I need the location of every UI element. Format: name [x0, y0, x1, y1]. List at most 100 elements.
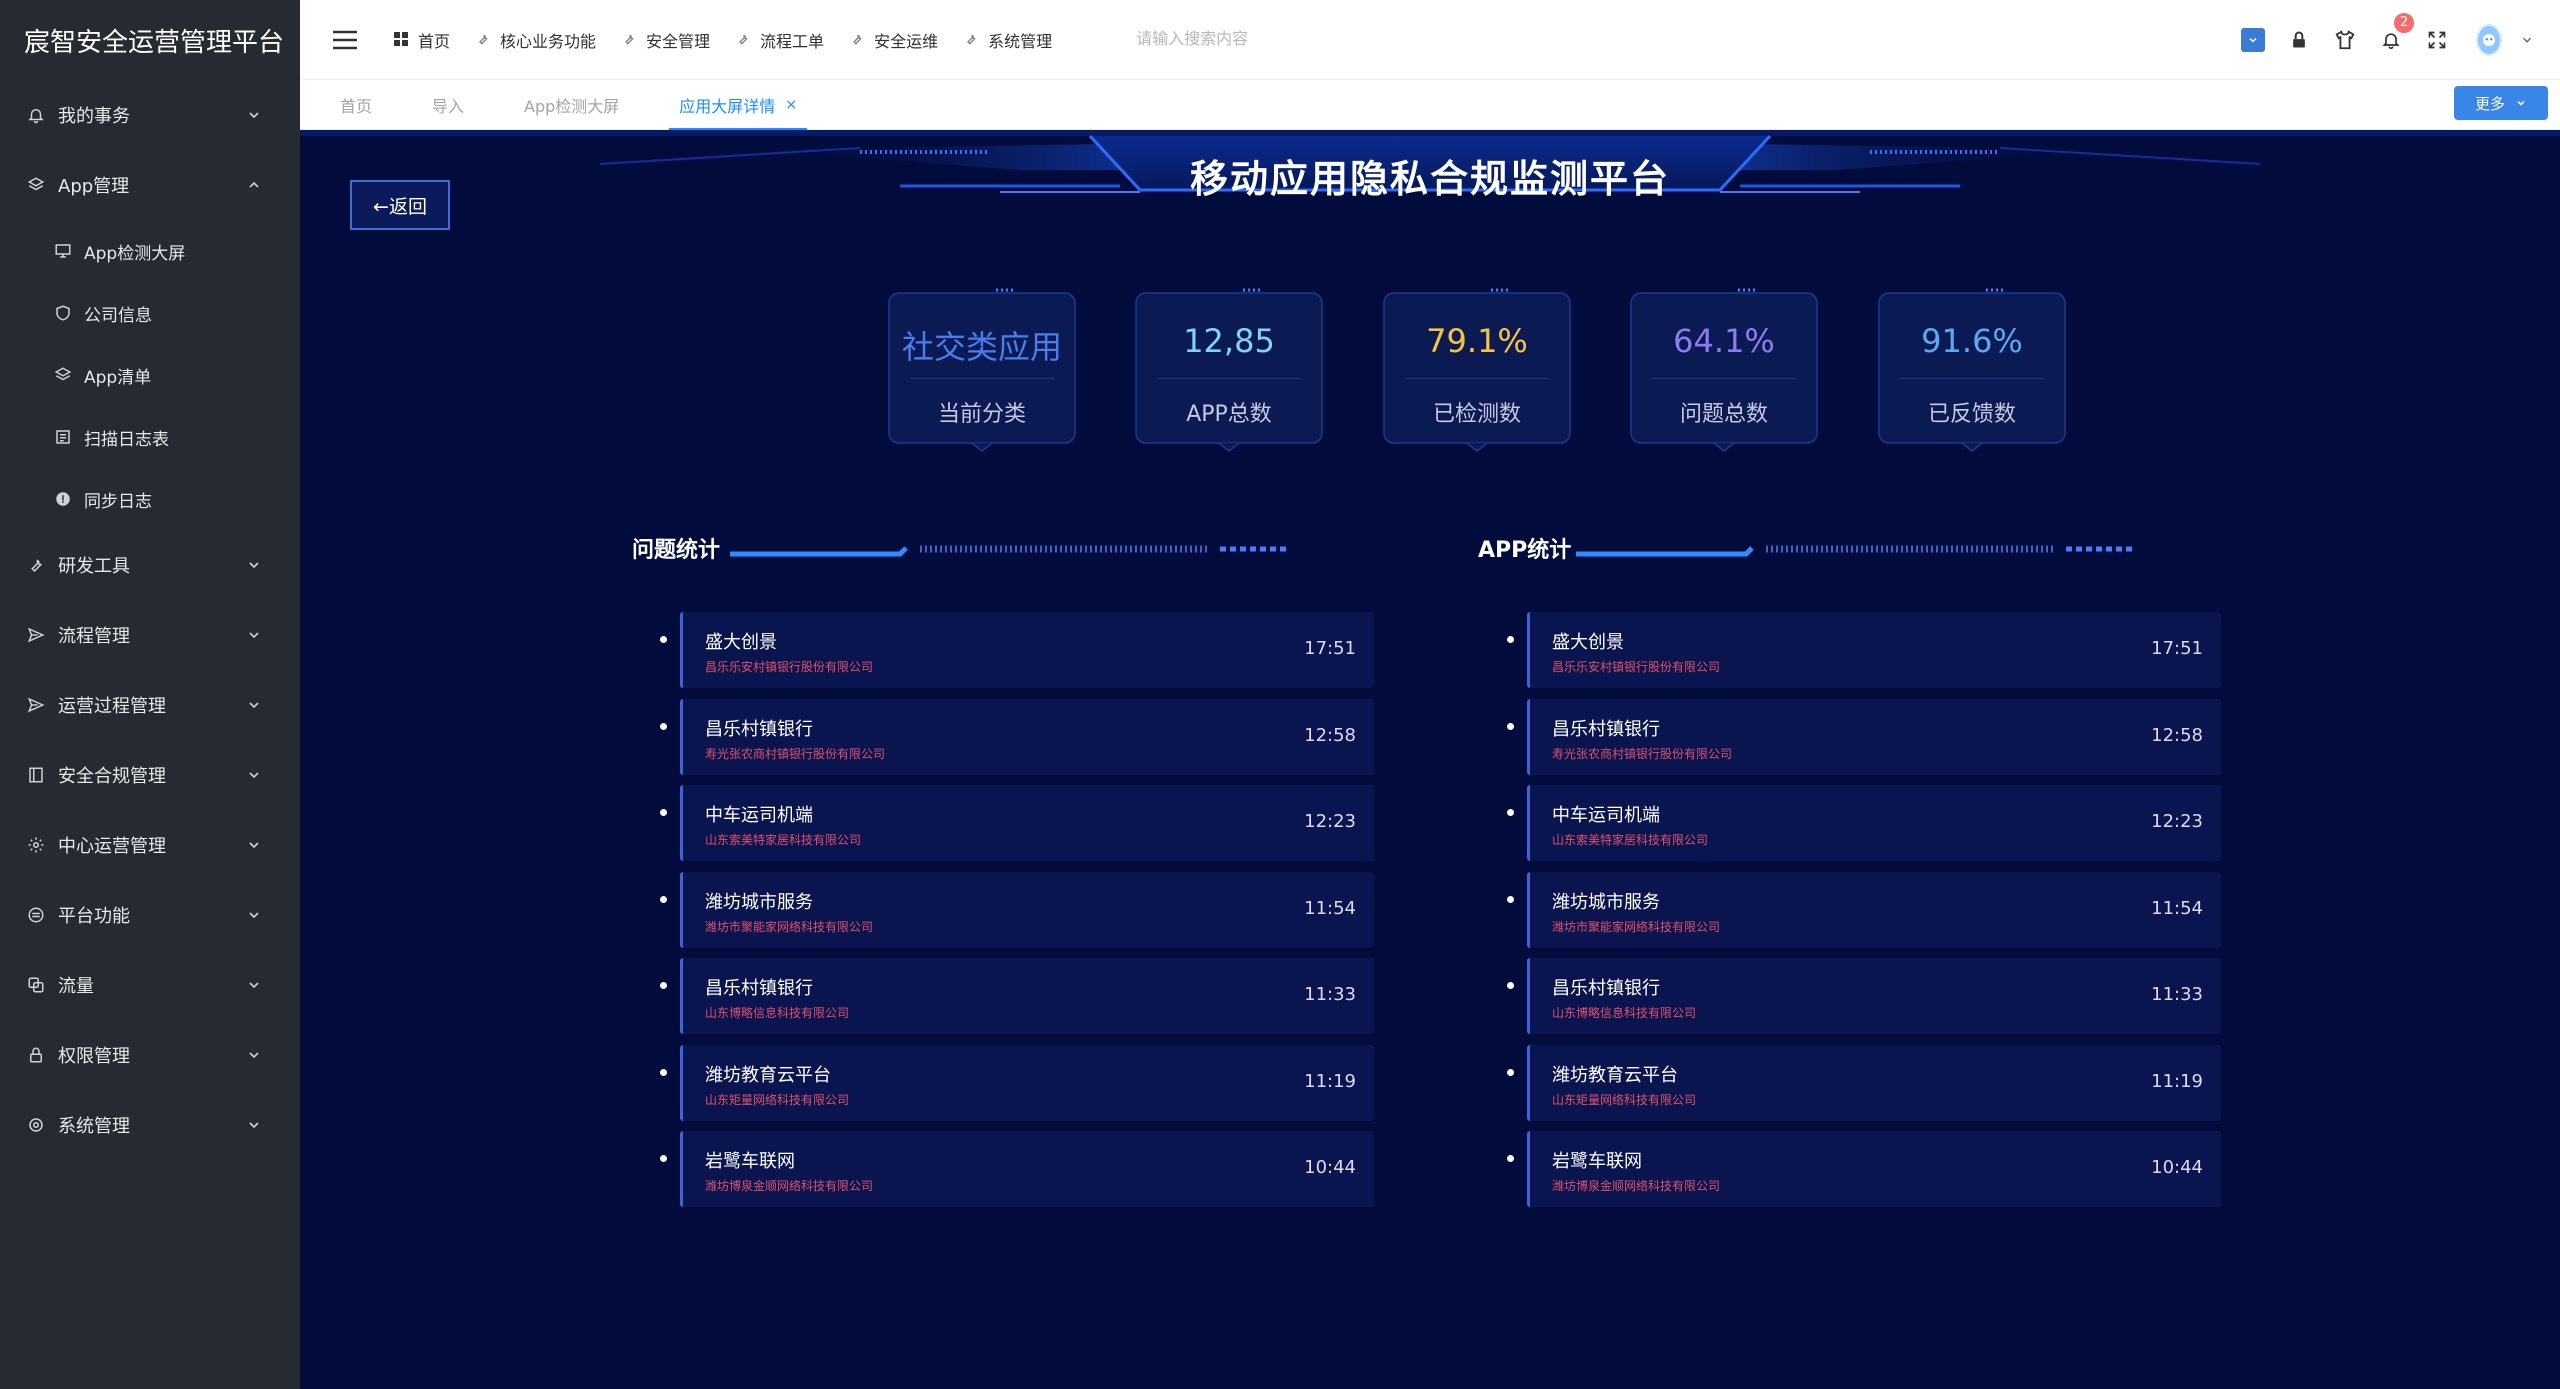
list-item-card: 岩鹭车联网 潍坊博泉金顺网络科技有限公司 10:44: [1527, 1131, 2221, 1207]
tab-app-screen-detail[interactable]: 应用大屏详情 ×: [659, 80, 817, 130]
sidebar-item-permission-management[interactable]: 权限管理: [0, 1020, 300, 1090]
list-item[interactable]: 岩鹭车联网 潍坊博泉金顺网络科技有限公司 10:44: [634, 1131, 1374, 1207]
sidebar-subitem-scan-log[interactable]: 扫描日志表: [0, 406, 300, 468]
avatar[interactable]: [2476, 24, 2502, 56]
list-item[interactable]: 潍坊城市服务 潍坊市聚能家网络科技有限公司 11:54: [634, 871, 1374, 948]
stat-label: 当前分类: [937, 402, 1026, 427]
timestamp: 11:19: [2151, 1070, 2203, 1092]
list-item[interactable]: 昌乐村镇银行 山东博略信息科技有限公司 11:33: [1481, 958, 2221, 1034]
sidebar-subitem-label: App检测大屏: [84, 243, 186, 264]
monitor-icon: [54, 242, 72, 260]
menu-toggle-icon[interactable]: [330, 25, 360, 55]
close-icon[interactable]: ×: [785, 97, 797, 113]
list-item[interactable]: 潍坊教育云平台山东矩量网络科技有限公司 11:19: [1481, 1044, 2221, 1121]
section-title-decoration: [1576, 545, 2136, 557]
bullet-dot: [1507, 636, 1514, 643]
company-name: 昌乐乐安村镇银行股份有限公司: [705, 660, 874, 674]
lock-icon[interactable]: [2286, 27, 2312, 53]
back-button[interactable]: ←返回: [350, 180, 450, 230]
chevron-down-icon: [246, 837, 262, 853]
list-item[interactable]: 潍坊城市服务 潍坊市聚能家网络科技有限公司 11:54: [1481, 871, 2221, 948]
tab-label: App检测大屏: [524, 96, 620, 116]
shirt-icon[interactable]: [2332, 27, 2358, 53]
sidebar-subitem-label: 扫描日志表: [84, 429, 169, 450]
sidebar-item-label: 系统管理: [58, 1116, 130, 1137]
chevron-down-icon: [246, 1117, 262, 1133]
list-item[interactable]: 盛大创景 昌乐乐安村镇银行股份有限公司 17:51: [634, 612, 1374, 688]
chevron-down-icon[interactable]: [2514, 27, 2540, 53]
topnav-item-label: 首页: [418, 31, 451, 51]
top-right-tools: 2: [2220, 0, 2540, 80]
more-button[interactable]: 更多: [2454, 86, 2548, 120]
topnav-item-core-business[interactable]: 核心业务功能: [476, 28, 596, 52]
topnav-item-workflow-tickets[interactable]: 流程工单: [736, 28, 824, 52]
list-item[interactable]: 中车运司机端 山东索美特家居科技有限公司 12:23: [1481, 785, 2221, 861]
bullet-dot: [1507, 895, 1514, 903]
timestamp: 11:54: [2151, 897, 2203, 919]
chevron-down-icon: [246, 107, 262, 123]
list-item[interactable]: 潍坊教育云平台 山东矩量网络科技有限公司 11:19: [634, 1044, 1374, 1121]
sidebar-item-process-management[interactable]: 流程管理: [0, 600, 300, 670]
info-icon: [54, 490, 72, 508]
topnav-item-system-management[interactable]: 系统管理: [964, 28, 1052, 52]
sidebar-item-security-compliance[interactable]: 安全合规管理: [0, 740, 300, 810]
app-name: 潍坊教育云平台: [1552, 1064, 1678, 1086]
topnav-item-label: 安全管理: [646, 31, 711, 51]
notification-bell-icon[interactable]: 2: [2378, 13, 2414, 53]
send-icon: [26, 695, 46, 715]
sidebar-item-operation-process[interactable]: 运营过程管理: [0, 670, 300, 740]
sidebar-item-label: 权限管理: [58, 1046, 130, 1067]
stat-divider: [1405, 378, 1549, 379]
list-item[interactable]: 中车运司机端 山东索美特家居科技有限公司 12:23: [634, 785, 1374, 861]
sidebar-item-system-management[interactable]: 系统管理: [0, 1090, 300, 1160]
tab-import[interactable]: 导入: [412, 80, 484, 130]
tab-app-dashboard[interactable]: App检测大屏: [504, 80, 639, 130]
stat-divider: [1157, 378, 1301, 379]
sidebar-item-dev-tools[interactable]: 研发工具: [0, 530, 300, 600]
stat-label: APP总数: [1186, 402, 1272, 427]
company-name: 潍坊博泉金顺网络科技有限公司: [1552, 1179, 1721, 1193]
sidebar-subitem-app-dashboard[interactable]: App检测大屏: [0, 220, 300, 282]
sidebar-subitem-label: 同步日志: [84, 491, 152, 512]
dropdown-square-icon[interactable]: [2240, 27, 2266, 53]
list-item[interactable]: 昌乐村镇银行 寿光张农商村镇银行股份有限公司 12:58: [1481, 698, 2221, 775]
bullet-dot: [660, 982, 667, 989]
topnav-item-security-ops[interactable]: 安全运维: [850, 28, 938, 52]
company-name: 潍坊市聚能家网络科技有限公司: [1552, 919, 1721, 934]
list-item[interactable]: 岩鹭车联网 潍坊博泉金顺网络科技有限公司 10:44: [1481, 1131, 2221, 1207]
sidebar-subitem-sync-log[interactable]: 同步日志: [0, 468, 300, 530]
topnav-item-home[interactable]: 首页: [394, 28, 450, 52]
app-title: 宸智安全运营管理平台: [0, 0, 300, 80]
timestamp: 12:58: [2151, 724, 2203, 746]
company-name: 山东矩量网络科技有限公司: [1552, 1092, 1697, 1107]
sidebar-item-traffic[interactable]: 流量: [0, 950, 300, 1020]
list-item-card: 盛大创景 昌乐乐安村镇银行股份有限公司 17:51: [1527, 612, 2221, 688]
tab-home[interactable]: 首页: [320, 80, 392, 130]
dashboard-title: 移动应用隐私合规监测平台: [1189, 157, 1670, 201]
layers-icon: [26, 175, 46, 195]
company-name: 潍坊市聚能家网络科技有限公司: [705, 919, 874, 934]
topnav-item-security-management[interactable]: 安全管理: [622, 28, 710, 52]
sidebar-item-app-management[interactable]: App管理: [0, 150, 300, 220]
sidebar-subitem-label: App清单: [84, 367, 152, 388]
app-name: 潍坊城市服务: [705, 891, 813, 913]
bullet-dot: [660, 1155, 667, 1162]
list-item-card: 昌乐村镇银行 山东博略信息科技有限公司 11:33: [680, 958, 1374, 1034]
section-title-app-stats: APP统计: [1478, 538, 1572, 563]
fullscreen-icon[interactable]: [2424, 27, 2450, 53]
grid-icon: [394, 31, 410, 48]
dashboard-screen: 移动应用隐私合规监测平台 ←返回 社交类应用 当前分类 12,85 APP总数 …: [300, 130, 2560, 1389]
search-input[interactable]: [1136, 21, 1437, 58]
sidebar-subitem-app-list[interactable]: App清单: [0, 344, 300, 406]
timestamp: 12:58: [1304, 724, 1356, 746]
sidebar-item-my-tasks[interactable]: 我的事务: [0, 80, 300, 150]
sidebar-item-platform-functions[interactable]: 平台功能: [0, 880, 300, 950]
list-item[interactable]: 昌乐村镇银行 寿光张农商村镇银行股份有限公司 12:58: [634, 698, 1374, 775]
sidebar-item-center-operation[interactable]: 中心运营管理: [0, 810, 300, 880]
list-item[interactable]: 昌乐村镇银行 山东博略信息科技有限公司 11:33: [634, 958, 1374, 1034]
sidebar-subitem-company-info[interactable]: 公司信息: [0, 282, 300, 344]
list-item[interactable]: 盛大创景 昌乐乐安村镇银行股份有限公司 17:51: [1481, 612, 2221, 688]
stat-value: 12,85: [1183, 322, 1275, 360]
list-item-card: 昌乐村镇银行 寿光张农商村镇银行股份有限公司 12:58: [680, 698, 1374, 775]
issue-list: 盛大创景 昌乐乐安村镇银行股份有限公司 17:51 昌乐村镇银行 寿光张农商村镇银行股…: [634, 612, 1374, 1218]
